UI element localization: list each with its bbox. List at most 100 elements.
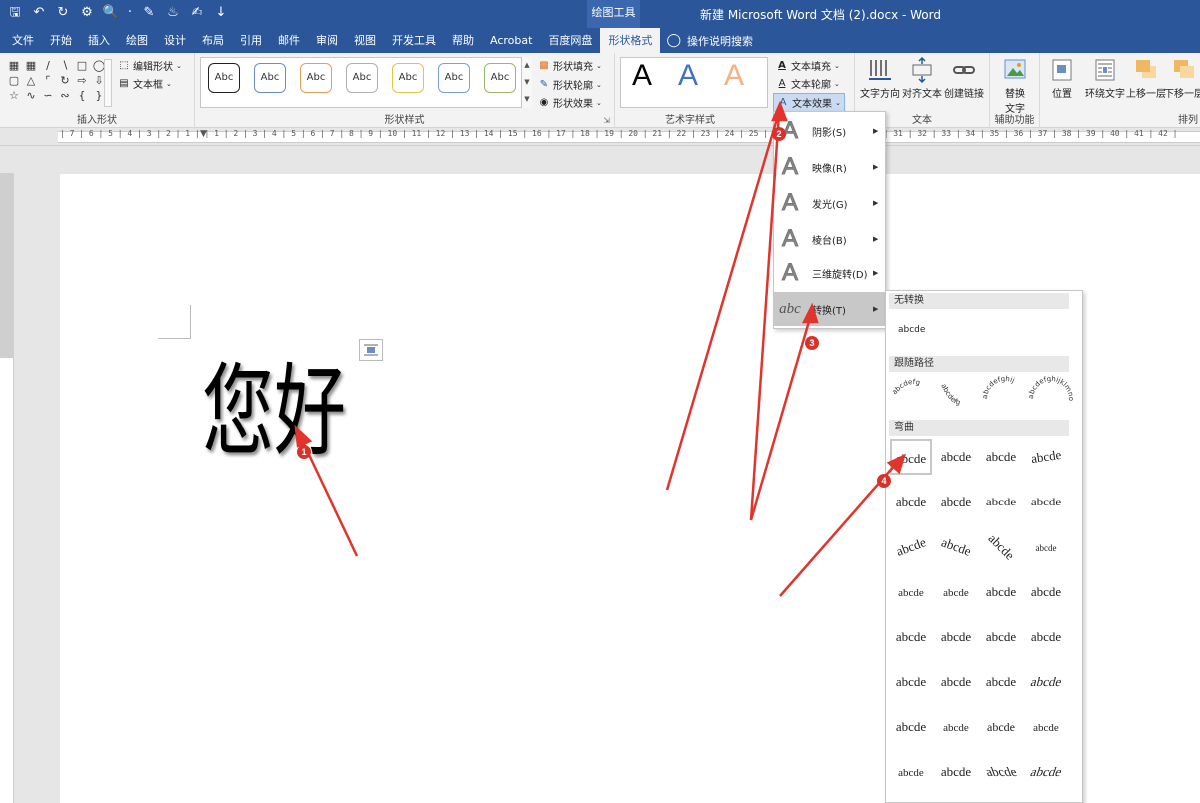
edit-icon[interactable]: ✎	[140, 4, 158, 22]
warp-option-25[interactable]: abcde	[890, 709, 932, 745]
tab-home[interactable]: 开始	[42, 28, 80, 53]
shape-style-3[interactable]: Abc	[300, 63, 332, 93]
draw-icon[interactable]: ✍	[188, 4, 206, 22]
undo-icon[interactable]: ↶	[30, 4, 48, 22]
warp-option-4[interactable]: abcde	[1025, 439, 1067, 475]
textbox-shape-icon[interactable]: ▦	[6, 59, 22, 73]
warp-option-18[interactable]: abcde	[935, 619, 977, 655]
qat-more-icon[interactable]: ↓	[212, 4, 230, 22]
vertical-ruler[interactable]	[0, 173, 14, 803]
warp-option-21[interactable]: abcde	[890, 664, 932, 700]
tell-me-search[interactable]: ◯ 操作说明搜索	[666, 33, 753, 49]
path-arch-down[interactable]: abcdefg	[939, 382, 961, 406]
line-shape-icon[interactable]: ∕	[40, 59, 56, 73]
warp-option-16[interactable]: abcde	[1025, 574, 1067, 610]
tab-references[interactable]: 引用	[232, 28, 270, 53]
touch-mode-icon[interactable]: ⚙	[78, 4, 96, 22]
wrap-text-button[interactable]: 环绕文字	[1082, 57, 1128, 100]
wordart-style-orange[interactable]: A	[724, 59, 744, 93]
warp-option-12[interactable]: abcde	[1025, 529, 1067, 565]
triangle-shape-icon[interactable]: △	[23, 74, 39, 88]
text-outline-button[interactable]: A 文本轮廓 ⌄	[776, 76, 840, 92]
textbox-v-shape-icon[interactable]: ▦	[23, 59, 39, 73]
curve-shape-icon[interactable]: ∿	[23, 89, 39, 103]
layout-options-button[interactable]	[359, 339, 383, 361]
shape-style-1[interactable]: Abc	[208, 63, 240, 93]
warp-option-31[interactable]: abcde	[980, 754, 1022, 790]
path-arch-up[interactable]: abcdefg	[891, 378, 921, 396]
warp-option-15[interactable]: abcde	[980, 574, 1022, 610]
redo-icon[interactable]: ↻	[54, 4, 72, 22]
shapes-gallery-scroll[interactable]	[104, 59, 112, 107]
warp-option-11[interactable]: abcde	[980, 529, 1022, 565]
right-arrow-shape-icon[interactable]: ⇨	[74, 74, 90, 88]
shapes-gallery[interactable]: ▦ ▦ ∕ ∖ □ ◯ ▢ △ ⌜ ↻ ⇨ ⇩ ☆ ∿ ∽ ∾ { }	[6, 59, 106, 107]
shape-fill-button[interactable]: ▩ 形状填充 ⌄	[538, 58, 602, 74]
wordart-style-black[interactable]: A	[632, 59, 652, 93]
edit-shape-button[interactable]: ⬚ 编辑形状 ⌄	[118, 58, 182, 74]
rectangle-shape-icon[interactable]: □	[74, 59, 90, 73]
menu-item-shadow[interactable]: A 阴影(S) ▶	[774, 114, 885, 148]
warp-option-3[interactable]: abcde	[980, 439, 1022, 475]
tab-view[interactable]: 视图	[346, 28, 384, 53]
warp-option-1[interactable]: abcde	[890, 439, 932, 475]
tab-mailings[interactable]: 邮件	[270, 28, 308, 53]
elbow-connector-icon[interactable]: ⌜	[40, 74, 56, 88]
menu-item-3d-rotation[interactable]: A 三维旋转(D) ▶	[774, 256, 885, 290]
warp-option-19[interactable]: abcde	[980, 619, 1022, 655]
warp-option-20[interactable]: abcde	[1025, 619, 1067, 655]
print-preview-icon[interactable]: 🔍	[102, 4, 120, 22]
shape-style-6[interactable]: Abc	[438, 63, 470, 93]
position-button[interactable]: 位置	[1042, 57, 1082, 100]
shape-outline-button[interactable]: ✎ 形状轮廓 ⌄	[538, 77, 602, 93]
menu-item-bevel[interactable]: A 棱台(B) ▶	[774, 222, 885, 256]
tab-design[interactable]: 设计	[156, 28, 194, 53]
shape-style-2[interactable]: Abc	[254, 63, 286, 93]
wordart-text-box[interactable]: 您好	[202, 330, 346, 475]
star-shape-icon[interactable]: ☆	[6, 89, 22, 103]
warp-option-6[interactable]: abcde	[935, 484, 977, 520]
warp-option-2[interactable]: abcde	[935, 439, 977, 475]
warp-option-9[interactable]: abcde	[890, 529, 932, 565]
curved-connector-icon[interactable]: ↻	[57, 74, 73, 88]
warp-option-22[interactable]: abcde	[935, 664, 977, 700]
rounded-rect-icon[interactable]: ▢	[6, 74, 22, 88]
warp-option-14[interactable]: abcde	[935, 574, 977, 610]
tab-acrobat[interactable]: Acrobat	[482, 28, 540, 53]
alt-text-button[interactable]: 替换 文字	[994, 57, 1036, 115]
warp-option-17[interactable]: abcde	[890, 619, 932, 655]
tab-baidu-netdisk[interactable]: 百度网盘	[540, 28, 600, 53]
text-direction-button[interactable]: 文字方向	[859, 57, 901, 100]
warp-option-23[interactable]: abcde	[980, 664, 1022, 700]
warp-option-5[interactable]: abcde	[890, 484, 932, 520]
transform-none[interactable]: abcde	[898, 325, 925, 335]
format-painter-icon[interactable]: ♨	[164, 4, 182, 22]
path-circle[interactable]: abcdefghij	[981, 375, 1016, 399]
horizontal-ruler[interactable]: | 7 | 6 | 5 | 4 | 3 | 2 | 1 | | 1 | 2 | …	[0, 128, 1200, 146]
warp-option-13[interactable]: abcde	[890, 574, 932, 610]
warp-option-29[interactable]: abcde	[890, 754, 932, 790]
tab-review[interactable]: 审阅	[308, 28, 346, 53]
diagonal-line-icon[interactable]: ∖	[57, 59, 73, 73]
tab-help[interactable]: 帮助	[444, 28, 482, 53]
tab-shape-format[interactable]: 形状格式	[600, 28, 661, 53]
shape-styles-scroll[interactable]: ▲ ▼ ▼	[521, 57, 532, 108]
warp-option-27[interactable]: abcde	[980, 709, 1022, 745]
tab-developer[interactable]: 开发工具	[384, 28, 444, 53]
freeform-shape-icon[interactable]: ∽	[40, 89, 56, 103]
warp-option-32[interactable]: abcde	[1025, 754, 1067, 790]
tab-draw[interactable]: 绘图	[118, 28, 156, 53]
shape-effects-button[interactable]: ◉ 形状效果 ⌄	[538, 95, 602, 111]
shape-style-7[interactable]: Abc	[484, 63, 516, 93]
indent-marker-icon[interactable]: ▼	[200, 129, 207, 139]
align-text-button[interactable]: 对齐文本	[901, 57, 943, 100]
text-box-button[interactable]: ▤ 文本框 ⌄	[118, 76, 172, 92]
wordart-style-blue[interactable]: A	[678, 59, 698, 93]
text-effects-button[interactable]: A 文本效果 ⌄	[773, 93, 845, 112]
tab-file[interactable]: 文件	[4, 28, 42, 53]
warp-option-28[interactable]: abcde	[1025, 709, 1067, 745]
menu-item-reflection[interactable]: A 映像(R) ▶	[774, 150, 885, 184]
warp-option-7[interactable]: abcde	[980, 484, 1022, 520]
shape-style-4[interactable]: Abc	[346, 63, 378, 93]
customize-icon[interactable]: ·	[126, 4, 134, 22]
